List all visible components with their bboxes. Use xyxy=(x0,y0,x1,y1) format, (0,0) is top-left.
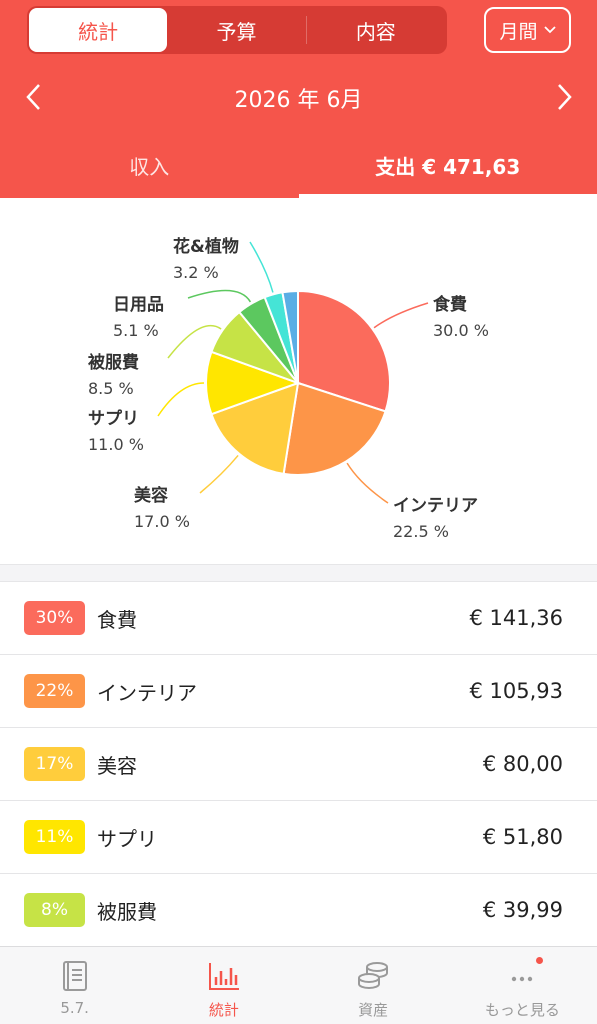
period-dropdown[interactable]: 月間 xyxy=(484,7,571,53)
list-item[interactable]: 17% 美容 € 80,00 xyxy=(0,728,597,801)
tab-assets-label: 資産 xyxy=(358,1001,389,1019)
slice-label: 花&植物 xyxy=(173,236,239,257)
view-segmented-control: 統計 予算 内容 xyxy=(27,6,447,54)
leader-line xyxy=(157,382,205,417)
coins-icon xyxy=(358,962,389,989)
slice-label: 美容 xyxy=(134,485,168,506)
tab-income[interactable]: 収入 xyxy=(0,132,299,198)
income-expense-tabs: 収入 支出 € 471,63 xyxy=(0,132,597,198)
pie-chart-area: 食費 30.0 % インテリア 22.5 % 美容 17.0 % サプリ 11.0 % 被服費 8… xyxy=(0,198,597,564)
book-icon xyxy=(62,961,87,991)
leader-line xyxy=(249,241,274,293)
category-list: 30% 食費 € 141,36 22% インテリア € 105,93 17% 美… xyxy=(0,582,597,947)
percent-badge: 22% xyxy=(24,674,85,708)
slice-percent-label: 3.2 % xyxy=(173,263,219,282)
category-amount: € 80,00 xyxy=(482,752,563,776)
category-name: 食費 xyxy=(97,607,137,632)
tab-more[interactable]: もっと見る xyxy=(448,947,597,1024)
category-amount: € 51,80 xyxy=(482,825,563,849)
percent-badge: 17% xyxy=(24,747,85,781)
next-month-button[interactable] xyxy=(550,80,580,114)
segment-details[interactable]: 内容 xyxy=(307,8,445,52)
slice-percent-label: 22.5 % xyxy=(393,522,449,541)
notification-dot xyxy=(535,957,543,964)
percent-badge: 30% xyxy=(24,601,85,635)
slice-percent-label: 17.0 % xyxy=(134,512,190,531)
percent-badge: 8% xyxy=(24,893,85,927)
list-item[interactable]: 30% 食費 € 141,36 xyxy=(0,582,597,655)
tab-stats-label: 統計 xyxy=(208,1001,239,1019)
bar-chart-icon xyxy=(208,963,239,990)
more-dots-icon xyxy=(512,976,533,982)
category-name: 被服費 xyxy=(97,899,157,924)
period-label: 月間 xyxy=(499,20,538,43)
list-item[interactable]: 22% インテリア € 105,93 xyxy=(0,655,597,728)
list-item[interactable]: 8% 被服費 € 39,99 xyxy=(0,874,597,947)
slice-label: 食費 xyxy=(433,294,467,315)
category-name: 美容 xyxy=(97,753,137,778)
tab-daily-label: 5.7. xyxy=(60,999,89,1017)
leader-line xyxy=(187,289,252,303)
category-amount: € 39,99 xyxy=(482,898,563,922)
category-amount: € 141,36 xyxy=(469,606,563,630)
slice-percent-label: 11.0 % xyxy=(88,435,144,454)
app-header: 統計 予算 内容 月間 2026 年 6月 収入 支出 € 471,63 xyxy=(0,0,597,198)
slice-percent-label: 5.1 % xyxy=(113,321,159,340)
chevron-right-icon xyxy=(558,84,572,110)
leader-line xyxy=(346,462,389,504)
tab-assets[interactable]: 資産 xyxy=(299,947,448,1024)
slice-percent-label: 8.5 % xyxy=(88,379,134,398)
expense-pie-chart[interactable]: 食費 30.0 % インテリア 22.5 % 美容 17.0 % サプリ 11.0 % 被服費 8… xyxy=(0,198,597,564)
tab-daily[interactable]: 5.7. xyxy=(0,947,149,1024)
segment-budget[interactable]: 予算 xyxy=(167,8,305,52)
segment-stats[interactable]: 統計 xyxy=(29,8,168,52)
chevron-down-icon xyxy=(543,26,556,34)
slice-label: 日用品 xyxy=(113,295,164,315)
tab-more-label: もっと見る xyxy=(484,1001,560,1019)
category-name: インテリア xyxy=(97,680,197,705)
list-item[interactable]: 11% サプリ € 51,80 xyxy=(0,801,597,874)
leader-line xyxy=(373,302,429,329)
section-separator xyxy=(0,564,597,582)
month-title: 2026 年 6月 xyxy=(234,88,363,113)
percent-badge: 11% xyxy=(24,820,85,854)
bottom-tab-bar: 5.7. 統計 資産 もっと見る xyxy=(0,946,597,1024)
tab-stats[interactable]: 統計 xyxy=(149,947,298,1024)
slice-label: インテリア xyxy=(393,496,478,516)
slice-label: 被服費 xyxy=(88,352,139,373)
category-amount: € 105,93 xyxy=(469,679,563,703)
category-name: サプリ xyxy=(97,826,157,851)
slice-percent-label: 30.0 % xyxy=(433,321,489,340)
tab-expense[interactable]: 支出 € 471,63 xyxy=(298,132,597,198)
leader-line xyxy=(199,454,239,494)
slice-label: サプリ xyxy=(88,408,139,429)
